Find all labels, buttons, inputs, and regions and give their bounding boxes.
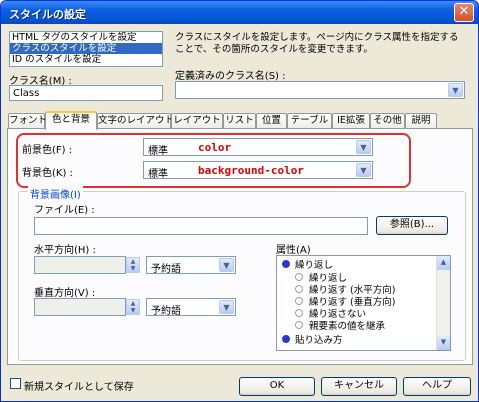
scroll-down-icon[interactable]: ▼ (437, 336, 450, 350)
style-type-list[interactable]: HTML タグのスタイルを設定 クラスのスタイルを設定 ID のスタイルを設定 (9, 31, 163, 67)
tab-position[interactable]: 位置 (256, 113, 287, 129)
attribute-item[interactable]: 繰り返し (295, 257, 333, 271)
vertical-unit-value: 予約語 (151, 306, 181, 317)
radio-empty-icon[interactable] (295, 309, 303, 317)
background-image-group-label: 背景画像(I) (28, 186, 83, 201)
tab-font[interactable]: フォント (8, 113, 47, 129)
file-label: ファイル(E) : (34, 205, 95, 216)
tab-panel: 前景色(F) : 標準 color ▼ 背景色(K) : 標準 backgrou… (7, 128, 473, 365)
new-style-label: 新規スタイルとして保存 (24, 382, 134, 393)
description-text: クラスにスタイルを設定します。ページ内にクラス属性を指定することで、その箇所のス… (175, 32, 459, 55)
tab-description[interactable]: 説明 (405, 113, 437, 129)
horizontal-label: 水平方向(H) : (34, 245, 96, 256)
file-input[interactable] (34, 217, 368, 235)
foreground-label: 前景色(F) : (22, 145, 73, 156)
new-style-checkbox[interactable] (10, 378, 21, 389)
chevron-down-icon[interactable]: ▼ (219, 300, 234, 314)
browse-button[interactable]: 参照(B)... (376, 216, 448, 235)
vertical-scrollbar[interactable]: ▲ ▼ (436, 256, 450, 350)
horizontal-value-input[interactable] (34, 256, 126, 274)
foreground-color-select[interactable]: 標準 color ▼ (143, 138, 373, 157)
vertical-label: 垂直方向(V) : (34, 288, 96, 299)
chevron-down-icon[interactable]: ▼ (219, 258, 234, 272)
close-button[interactable]: ✕ (454, 3, 474, 22)
radio-empty-icon[interactable] (295, 297, 303, 305)
style-settings-dialog: スタイルの設定 ✕ HTML タグのスタイルを設定 クラスのスタイルを設定 ID… (0, 0, 479, 402)
vertical-unit-select[interactable]: 予約語 ▼ (146, 298, 236, 317)
radio-filled-icon (282, 335, 290, 343)
chevron-down-icon[interactable]: ▼ (356, 140, 371, 154)
radio-filled-icon (282, 260, 290, 268)
window-title: スタイルの設定 (9, 8, 86, 21)
attributes-label: 属性(A) (276, 245, 311, 256)
background-color-select[interactable]: 標準 background-color ▼ (143, 161, 373, 180)
chevron-down-icon[interactable]: ▼ (448, 83, 463, 97)
list-item-class[interactable]: クラスのスタイルを設定 (10, 43, 162, 54)
chevron-down-icon[interactable]: ▼ (356, 163, 371, 177)
tab-table[interactable]: テーブル (287, 113, 332, 129)
tab-color-background[interactable]: 色と背景 (45, 111, 97, 130)
radio-empty-icon[interactable] (295, 321, 303, 329)
defined-class-label: 定義済みのクラス名(S) : (175, 71, 286, 82)
tab-list[interactable]: リスト (223, 113, 256, 129)
horizontal-unit-select[interactable]: 予約語 ▼ (146, 256, 236, 275)
background-annotation: background-color (198, 164, 304, 177)
scroll-up-icon[interactable]: ▲ (437, 256, 450, 270)
tab-text-layout[interactable]: 文字のレイアウト (97, 113, 174, 129)
attribute-item[interactable]: 貼り込み方 (295, 332, 343, 346)
help-button[interactable]: ヘルプ (403, 377, 471, 396)
attribute-item[interactable]: 親要素の値を継承 (309, 318, 385, 332)
radio-empty-icon[interactable] (295, 273, 303, 281)
cancel-button[interactable]: キャンセル (321, 377, 397, 396)
horizontal-spin-icon[interactable]: ▲ ▼ (126, 257, 140, 273)
foreground-color-value: 標準 (148, 146, 168, 157)
background-color-value: 標準 (148, 169, 168, 180)
vertical-value-input[interactable] (34, 298, 126, 316)
list-item-id[interactable]: ID のスタイルを設定 (10, 54, 162, 65)
radio-empty-icon[interactable] (295, 285, 303, 293)
class-name-input[interactable]: Class (9, 85, 163, 101)
attributes-tree[interactable]: 繰り返し 繰り返し 繰り返す (水平方向) 繰り返す (垂直方向) 繰り返さない… (276, 255, 451, 351)
horizontal-unit-value: 予約語 (151, 264, 181, 275)
defined-class-select[interactable]: ▼ (175, 81, 465, 99)
tab-ie-extension[interactable]: IE拡張 (332, 113, 370, 129)
vertical-spin-icon[interactable]: ▲ ▼ (126, 299, 140, 315)
tab-other[interactable]: その他 (370, 113, 405, 129)
foreground-annotation: color (198, 141, 232, 154)
title-bar: スタイルの設定 ✕ (1, 1, 478, 24)
list-item-html-tag[interactable]: HTML タグのスタイルを設定 (10, 32, 162, 43)
ok-button[interactable]: OK (239, 377, 315, 396)
background-label: 背景色(K) : (22, 168, 73, 179)
tab-layout[interactable]: レイアウト (171, 113, 223, 129)
